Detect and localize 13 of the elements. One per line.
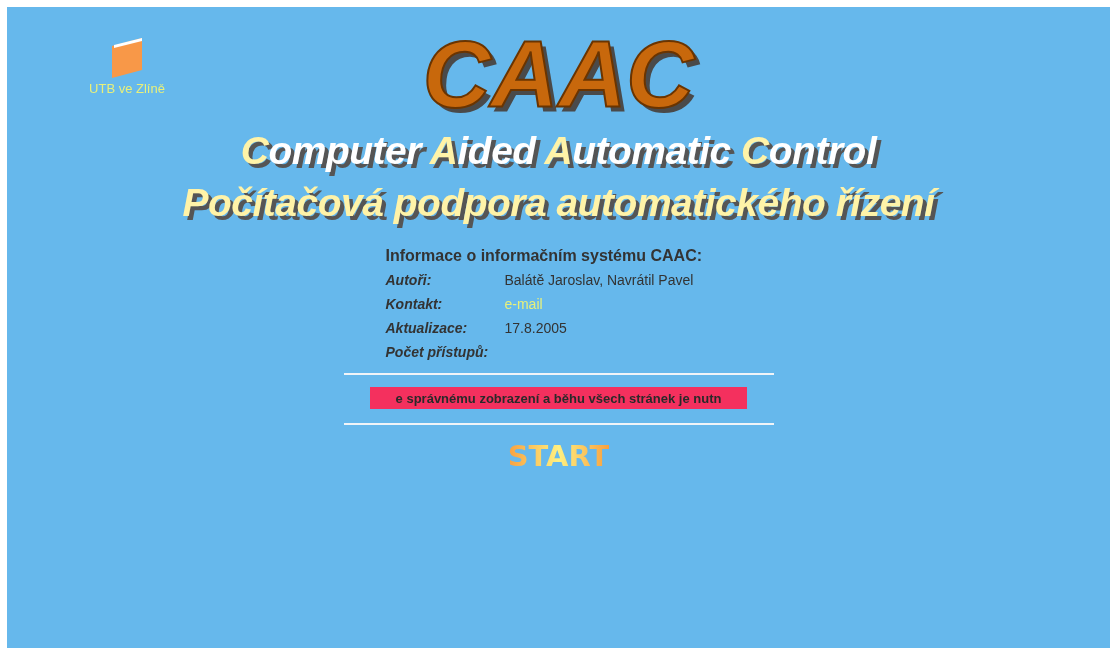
email-link[interactable]: e-mail bbox=[504, 295, 756, 312]
book-icon[interactable] bbox=[110, 38, 144, 78]
info-label: Autoři: bbox=[385, 271, 433, 288]
info-label: Aktualizace: bbox=[385, 319, 469, 336]
info-label: Kontakt: bbox=[385, 295, 444, 312]
site-logo-title: CAAC bbox=[422, 29, 695, 121]
university-link[interactable]: UTB ve Zlíně bbox=[89, 81, 165, 96]
info-heading: Informace o informačním systému CAAC: bbox=[385, 247, 703, 265]
info-value: 17.8.2005 bbox=[504, 319, 568, 336]
scrolling-notice: e správnému zobrazení a běhu všech stránek je nutn bbox=[370, 387, 747, 409]
subtitle: Computer Aided Automatic Control bbox=[240, 129, 877, 173]
info-value: Balátě Jaroslav, Navrátil Pavel bbox=[504, 271, 695, 288]
info-label: Počet přístupů: bbox=[385, 343, 490, 360]
